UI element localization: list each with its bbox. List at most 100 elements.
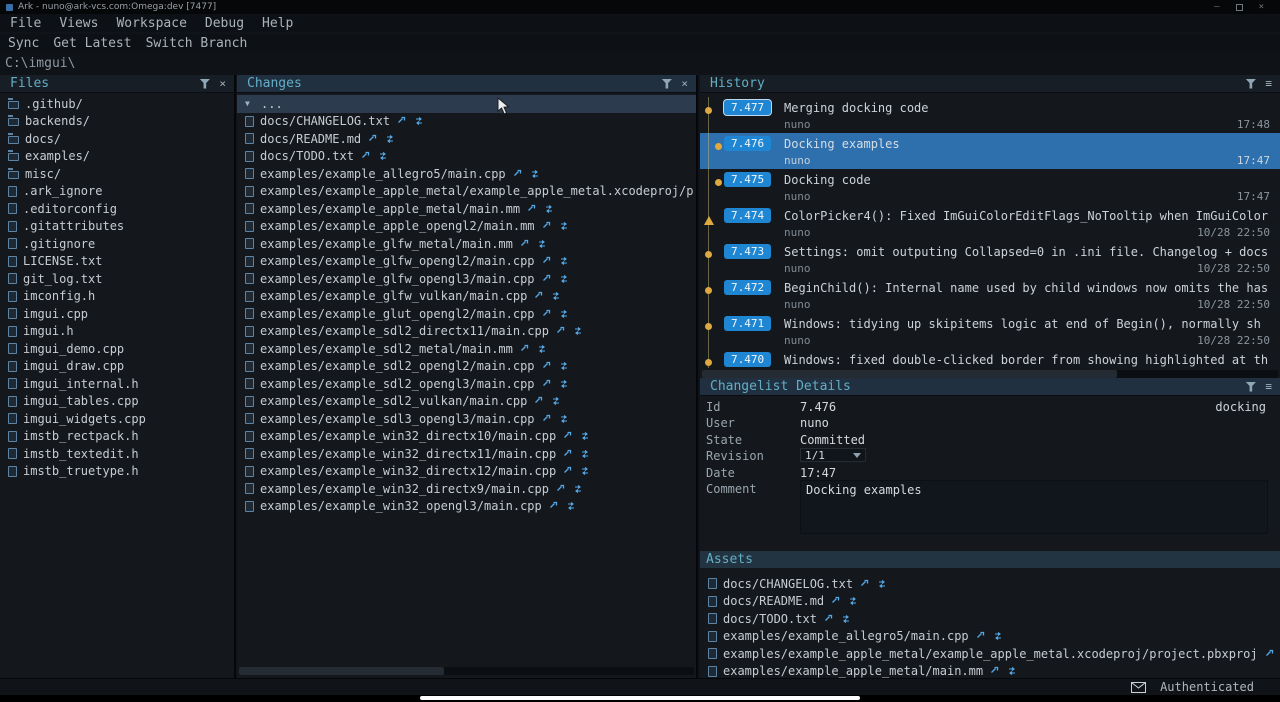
- menu-icon[interactable]: ≡: [1265, 79, 1272, 89]
- changed-file-row[interactable]: examples/example_glfw_vulkan/main.cpp: [237, 288, 696, 306]
- asset-row[interactable]: examples/example_apple_metal/main.mm: [700, 663, 1280, 679]
- file-tree-item[interactable]: examples/: [0, 148, 234, 166]
- changes-root-label: ...: [261, 97, 283, 111]
- filter-icon[interactable]: [1245, 79, 1256, 89]
- history-entry[interactable]: 7.470 Windows: fixed double-clicked bord…: [700, 349, 1280, 368]
- changes-horizontal-scrollbar[interactable]: [239, 667, 694, 675]
- history-panel-header: History ≡: [700, 75, 1280, 93]
- history-entry[interactable]: 7.471 Windows: tidying up skipitems logi…: [700, 313, 1280, 349]
- changed-file-row[interactable]: examples/example_sdl2_opengl2/main.cpp: [237, 358, 696, 376]
- history-entry[interactable]: 7.477 Merging docking code nuno 17:48: [700, 97, 1280, 133]
- file-tree-item[interactable]: imgui_draw.cpp: [0, 358, 234, 376]
- comment-field[interactable]: Docking examples: [800, 480, 1268, 534]
- toolbar-button[interactable]: Sync: [8, 36, 39, 51]
- modified-icon: [513, 169, 523, 179]
- history-entry[interactable]: 7.476 Docking examples nuno 17:47: [700, 133, 1280, 169]
- changed-file-row[interactable]: examples/example_win32_directx12/main.cp…: [237, 463, 696, 481]
- modified-icon: [990, 666, 1000, 676]
- history-entry[interactable]: 7.473 Settings: omit outputing Collapsed…: [700, 241, 1280, 277]
- changed-file-row[interactable]: docs/TODO.txt: [237, 148, 696, 166]
- scrollbar-thumb[interactable]: [702, 370, 1117, 378]
- file-tree-item[interactable]: imgui_internal.h: [0, 375, 234, 393]
- asset-row[interactable]: docs/TODO.txt: [700, 610, 1280, 628]
- file-tree-item[interactable]: .github/: [0, 95, 234, 113]
- close-icon[interactable]: ×: [681, 79, 688, 89]
- modified-icon: [563, 449, 573, 459]
- maximize-button[interactable]: [1236, 4, 1243, 11]
- changed-file-row[interactable]: examples/example_glfw_opengl2/main.cpp: [237, 253, 696, 271]
- file-tree-item[interactable]: imgui.cpp: [0, 305, 234, 323]
- history-entry[interactable]: 7.474 ColorPicker4(): Fixed ImGuiColorEd…: [700, 205, 1280, 241]
- changed-file-row[interactable]: examples/example_sdl2_vulkan/main.cpp: [237, 393, 696, 411]
- file-tree-item[interactable]: .editorconfig: [0, 200, 234, 218]
- changed-file-row[interactable]: examples/example_glut_opengl2/main.cpp: [237, 305, 696, 323]
- asset-row[interactable]: docs/CHANGELOG.txt: [700, 575, 1280, 593]
- history-entry[interactable]: 7.475 Docking code nuno 17:47: [700, 169, 1280, 205]
- history-horizontal-scrollbar[interactable]: [702, 370, 1278, 378]
- changed-file-row[interactable]: docs/CHANGELOG.txt: [237, 113, 696, 131]
- file-tree-item[interactable]: imgui_tables.cpp: [0, 393, 234, 411]
- workspace-path: C:\imgui\: [5, 56, 75, 71]
- changed-file-row[interactable]: examples/example_sdl2_metal/main.mm: [237, 340, 696, 358]
- changed-file-row[interactable]: examples/example_sdl2_opengl3/main.cpp: [237, 375, 696, 393]
- menu-item[interactable]: Workspace: [116, 16, 186, 31]
- changed-file-row[interactable]: examples/example_win32_opengl3/main.cpp: [237, 498, 696, 516]
- toolbar-button[interactable]: Get Latest: [53, 36, 131, 51]
- asset-row[interactable]: docs/README.md: [700, 593, 1280, 611]
- changes-root-row[interactable]: ▼ ...: [237, 95, 696, 113]
- revision-badge: 7.474: [724, 208, 771, 223]
- changed-file-row[interactable]: examples/example_apple_opengl2/main.mm: [237, 218, 696, 236]
- asset-row[interactable]: examples/example_apple_metal/example_app…: [700, 645, 1280, 663]
- id-value: 7.476: [800, 400, 836, 414]
- file-tree-item[interactable]: imstb_rectpack.h: [0, 428, 234, 446]
- menu-icon[interactable]: ≡: [1265, 382, 1272, 392]
- filter-icon[interactable]: [199, 79, 210, 89]
- minimize-button[interactable]: –: [1214, 2, 1219, 12]
- changed-file-row[interactable]: examples/example_apple_metal/example_app…: [237, 183, 696, 201]
- chevron-down-icon[interactable]: ▼: [245, 99, 255, 108]
- filter-icon[interactable]: [661, 79, 672, 89]
- file-tree-item[interactable]: imgui_widgets.cpp: [0, 410, 234, 428]
- close-icon[interactable]: ×: [219, 79, 226, 89]
- file-tree-item[interactable]: imstb_truetype.h: [0, 463, 234, 481]
- file-icon: [245, 256, 254, 267]
- file-tree-item[interactable]: misc/: [0, 165, 234, 183]
- changed-file-row[interactable]: examples/example_win32_directx10/main.cp…: [237, 428, 696, 446]
- changed-file-row[interactable]: docs/README.md: [237, 130, 696, 148]
- file-tree-item[interactable]: .ark_ignore: [0, 183, 234, 201]
- scrollbar-thumb[interactable]: [239, 667, 444, 675]
- menu-item[interactable]: Views: [59, 16, 98, 31]
- filter-icon[interactable]: [1245, 382, 1256, 392]
- changed-file-row[interactable]: examples/example_allegro5/main.cpp: [237, 165, 696, 183]
- checkout-icon: [544, 204, 554, 214]
- file-tree-item[interactable]: LICENSE.txt: [0, 253, 234, 271]
- file-tree-item[interactable]: imstb_textedit.h: [0, 445, 234, 463]
- file-tree-item[interactable]: imgui_demo.cpp: [0, 340, 234, 358]
- changed-file-row[interactable]: examples/example_sdl2_directx11/main.cpp: [237, 323, 696, 341]
- item-type-icon: [8, 186, 17, 197]
- asset-row[interactable]: examples/example_allegro5/main.cpp: [700, 628, 1280, 646]
- close-button[interactable]: ×: [1259, 2, 1264, 12]
- file-tree-item[interactable]: imgui.h: [0, 323, 234, 341]
- changed-file-row[interactable]: examples/example_apple_metal/main.mm: [237, 200, 696, 218]
- revision-dropdown[interactable]: 1/1: [800, 448, 866, 462]
- changed-file-row[interactable]: examples/example_sdl3_opengl3/main.cpp: [237, 410, 696, 428]
- menu-item[interactable]: Debug: [205, 16, 244, 31]
- file-tree-item[interactable]: backends/: [0, 113, 234, 131]
- file-tree-item[interactable]: .gitignore: [0, 235, 234, 253]
- changed-file-row[interactable]: examples/example_win32_directx9/main.cpp: [237, 480, 696, 498]
- toolbar-button[interactable]: Switch Branch: [146, 36, 248, 51]
- changed-file-row[interactable]: examples/example_win32_directx11/main.cp…: [237, 445, 696, 463]
- file-tree-item[interactable]: .gitattributes: [0, 218, 234, 236]
- file-tree-item[interactable]: imconfig.h: [0, 288, 234, 306]
- file-tree-item[interactable]: git_log.txt: [0, 270, 234, 288]
- file-path: examples/example_glut_opengl2/main.cpp: [260, 307, 535, 321]
- menu-item[interactable]: Help: [262, 16, 293, 31]
- menu-item[interactable]: File: [10, 16, 41, 31]
- file-icon: [245, 151, 254, 162]
- item-type-icon: [8, 171, 19, 179]
- history-entry[interactable]: 7.472 BeginChild(): Internal name used b…: [700, 277, 1280, 313]
- file-tree-item[interactable]: docs/: [0, 130, 234, 148]
- changed-file-row[interactable]: examples/example_glfw_opengl3/main.cpp: [237, 270, 696, 288]
- changed-file-row[interactable]: examples/example_glfw_metal/main.mm: [237, 235, 696, 253]
